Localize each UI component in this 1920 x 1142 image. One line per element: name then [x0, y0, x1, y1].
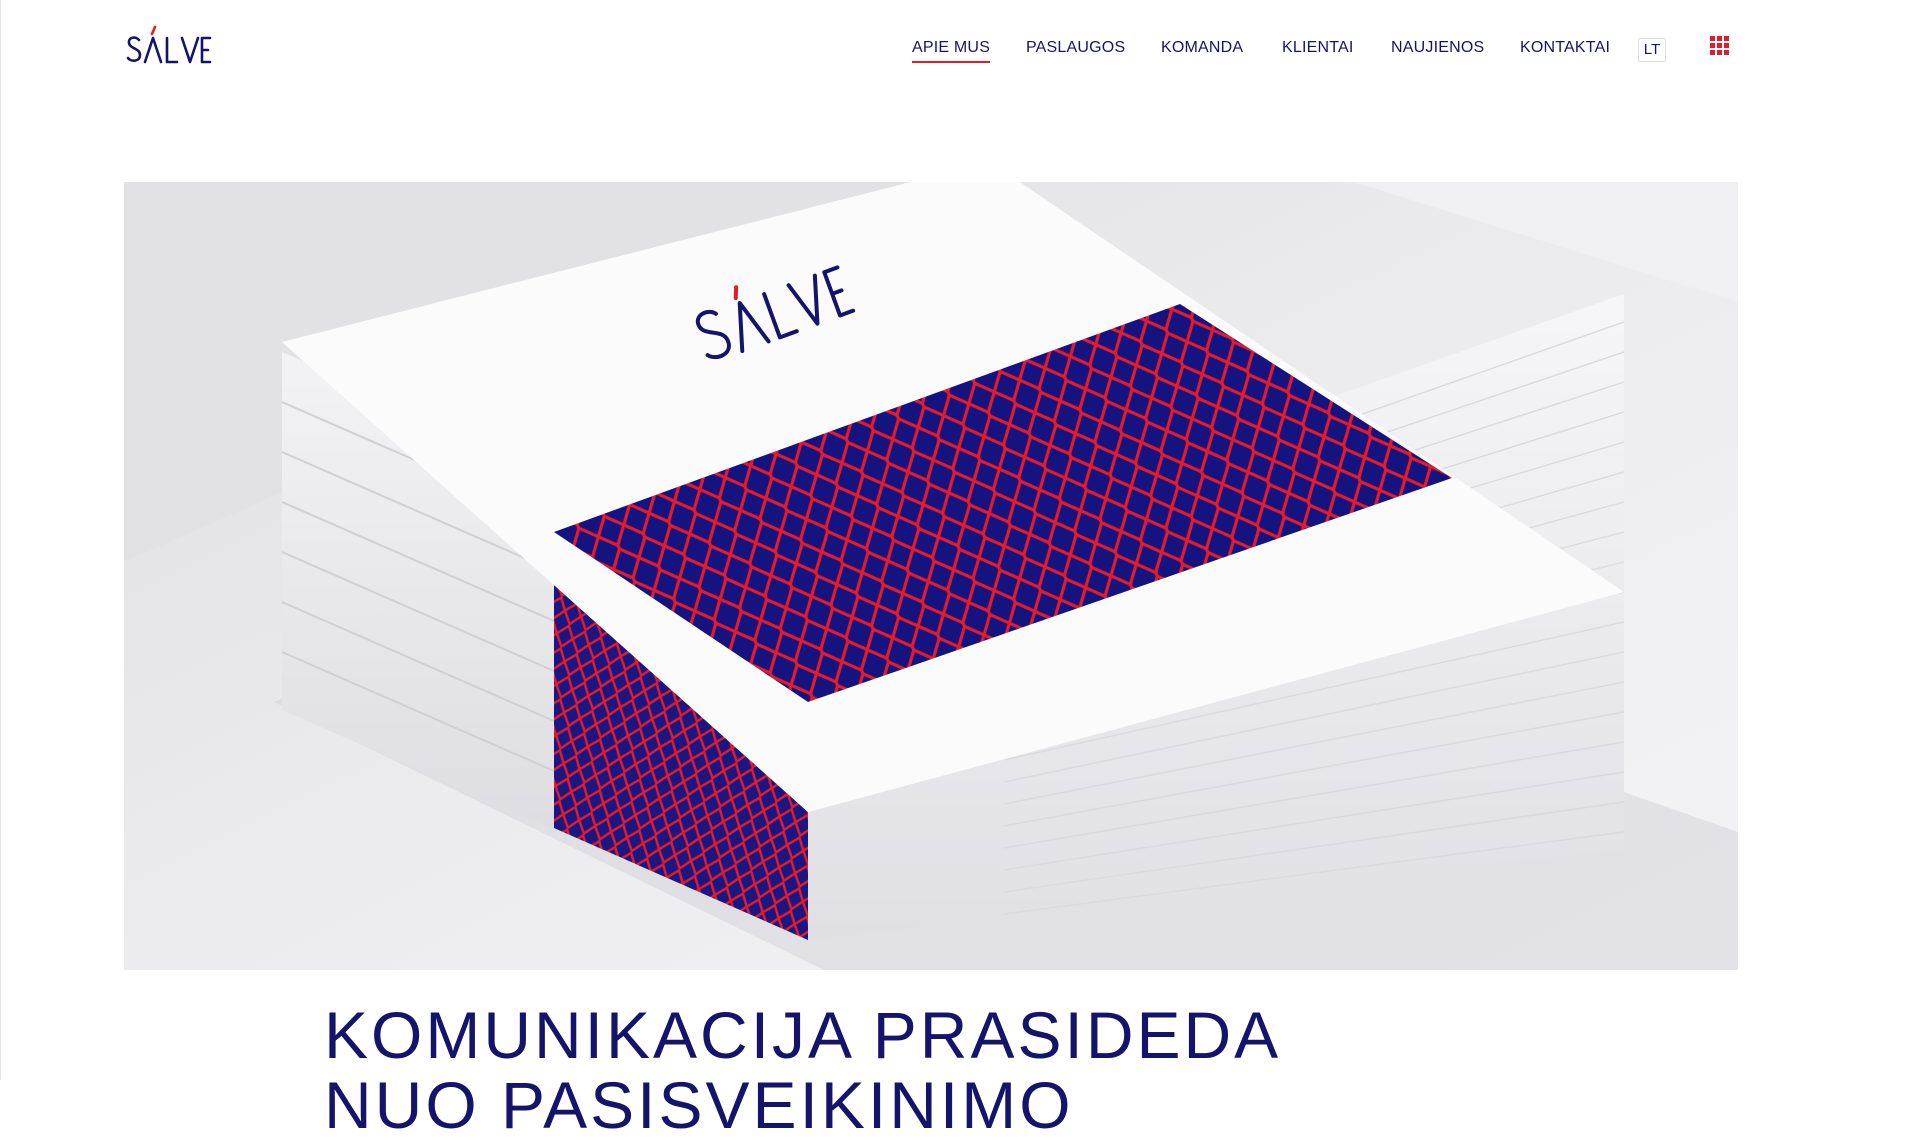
- nav-item-komanda[interactable]: KOMANDA: [1161, 38, 1243, 58]
- nav-item-apie-mus[interactable]: APIE MUS: [912, 38, 991, 63]
- language-switcher[interactable]: LT: [1638, 38, 1666, 62]
- hero-headline: KOMUNIKACIJA PRASIDEDA NUO PASISVEIKINIM…: [324, 998, 1282, 1142]
- nav-item-paslaugos[interactable]: PASLAUGOS: [1026, 38, 1125, 58]
- grid-menu-icon[interactable]: [1710, 36, 1729, 55]
- main-navigation: APIE MUS PASLAUGOS KOMANDA KLIENTAI NAUJ…: [0, 38, 1920, 63]
- nav-item-klientai[interactable]: KLIENTAI: [1282, 38, 1354, 58]
- page-edge: [0, 0, 1, 1080]
- nav-item-kontaktai[interactable]: KONTAKTAI: [1520, 38, 1610, 58]
- hero-image: [124, 182, 1738, 970]
- nav-item-naujienos[interactable]: NAUJIENOS: [1391, 38, 1484, 58]
